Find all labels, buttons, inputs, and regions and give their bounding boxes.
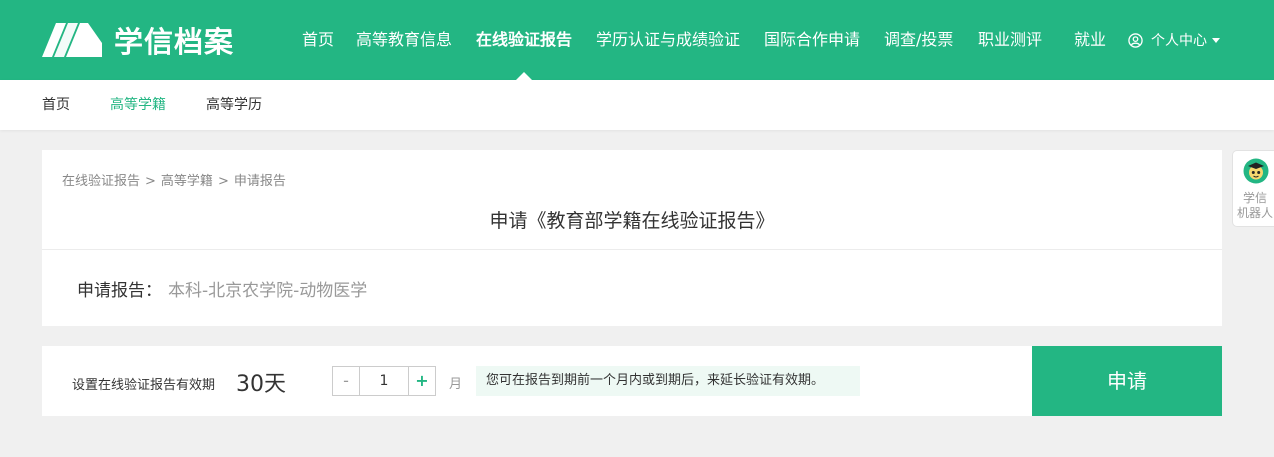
user-center-menu[interactable]: 个人中心 [1128,0,1220,80]
nav-item-label: 在线验证报告 [476,30,573,49]
sub-nav: 首页 高等学籍 高等学历 [0,80,1274,130]
report-label: 申请报告： [77,281,162,301]
months-unit: 月 [449,377,463,392]
nav-item-home[interactable]: 首页 [302,0,334,80]
months-stepper: - + [332,366,436,396]
validity-hint: 您可在报告到期前一个月内或到期后，来延长验证有效期。 [476,366,860,396]
logo[interactable]: 学信档案 [40,18,234,62]
breadcrumb-item-enrollment[interactable]: 高等学籍 [161,174,213,189]
months-input[interactable] [360,366,408,396]
robot-assistant-button[interactable]: 学信 机器人 [1232,150,1274,227]
user-icon [1128,32,1143,48]
apply-button[interactable]: 申请 [1032,346,1222,416]
report-info: 申请报告： 本科-北京农学院-动物医学 [77,276,367,301]
top-header: 学信档案 首页 高等教育信息 在线验证报告 学历认证与成绩验证 国际合作申请 调… [0,0,1274,80]
robot-label-line2: 机器人 [1236,206,1273,220]
robot-icon [1243,158,1269,184]
page-title: 申请《教育部学籍在线验证报告》 [489,210,775,232]
subnav-item-degree[interactable]: 高等学历 [206,80,262,130]
brand-name: 学信档案 [114,25,235,59]
nav-item-survey[interactable]: 调查/投票 [884,0,953,80]
report-value: 本科-北京农学院-动物医学 [168,281,368,301]
breadcrumb-item-online-verification[interactable]: 在线验证报告 [62,174,140,189]
increment-button[interactable]: + [408,366,436,396]
breadcrumb-separator: > [145,174,156,189]
nav-item-international[interactable]: 国际合作申请 [764,0,860,80]
logo-icon [42,23,102,57]
nav-item-certification[interactable]: 学历认证与成绩验证 [596,0,740,80]
validity-label: 设置在线验证报告有效期 [72,378,216,393]
report-card: 在线验证报告 > 高等学籍 > 申请报告 申请《教育部学籍在线验证报告》 申请报告： 本科… [42,150,1222,326]
chevron-down-icon [1212,37,1220,43]
breadcrumb-separator: > [217,174,229,189]
breadcrumb: 在线验证报告 > 高等学籍 > 申请报告 [62,170,286,189]
decrement-button[interactable]: - [332,366,360,396]
validity-value: 30天 [236,372,286,397]
divider [42,249,1222,250]
nav-item-online-verification[interactable]: 在线验证报告 [476,0,572,80]
user-center-label: 个人中心 [1151,33,1207,49]
subnav-item-enrollment[interactable]: 高等学籍 [110,80,166,130]
robot-label: 学信 机器人 [1233,191,1274,221]
nav-item-career-test[interactable]: 职业测评 [978,0,1042,80]
active-indicator [516,72,532,80]
subnav-item-home[interactable]: 首页 [42,80,70,130]
robot-label-line1: 学信 [1242,191,1267,205]
nav-item-higher-education[interactable]: 高等教育信息 [356,0,452,80]
validity-card: 设置在线验证报告有效期 30天 - + 月 您可在报告到期前一个月内或到期后，来… [42,346,1222,416]
nav-item-employment[interactable]: 就业 [1074,0,1106,80]
breadcrumb-item-apply-report: 申请报告 [233,174,286,189]
